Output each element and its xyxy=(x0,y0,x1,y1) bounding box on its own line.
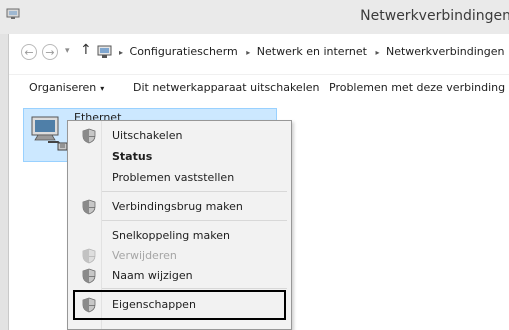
command-bar: Organiseren ▾ Dit netwerkapparaat uitscha… xyxy=(9,74,509,101)
chevron-down-icon: ▾ xyxy=(100,84,105,93)
menu-separator xyxy=(102,220,287,221)
menu-item-naam-wijzigen[interactable]: Naam wijzigen xyxy=(68,266,291,286)
menu-item-problemen-vaststellen[interactable]: Problemen vaststellen xyxy=(68,168,291,188)
network-adapter-icon xyxy=(31,116,68,151)
menu-item-label: Uitschakelen xyxy=(112,129,183,142)
menu-item-label: Naam wijzigen xyxy=(112,269,193,282)
app-icon[interactable] xyxy=(6,8,20,20)
title-bar[interactable]: Netwerkverbindingen xyxy=(0,0,509,34)
menu-separator xyxy=(102,288,287,289)
shield-icon xyxy=(82,199,96,215)
disable-device-button[interactable]: Dit netwerkapparaat uitschakelen xyxy=(133,81,319,94)
forward-button[interactable]: → xyxy=(42,44,58,60)
shield-icon xyxy=(82,268,96,284)
organize-label: Organiseren xyxy=(29,81,97,94)
recent-locations-icon[interactable]: ▾ xyxy=(65,46,70,56)
shield-icon xyxy=(82,248,96,264)
window-left-edge xyxy=(0,0,9,330)
menu-item-label: Problemen vaststellen xyxy=(112,171,235,184)
context-menu: Uitschakelen Status Problemen vaststelle… xyxy=(67,120,292,330)
breadcrumb-network-connections[interactable]: Netwerkverbindingen xyxy=(386,45,505,58)
organize-menu-button[interactable]: Organiseren ▾ xyxy=(29,81,104,94)
diagnose-connection-button[interactable]: Problemen met deze verbinding va xyxy=(329,81,509,94)
breadcrumb-separator-icon[interactable]: ▸ xyxy=(246,48,250,57)
menu-item-uitschakelen[interactable]: Uitschakelen xyxy=(68,126,291,146)
menu-item-snelkoppeling-maken[interactable]: Snelkoppeling maken xyxy=(68,226,291,246)
up-button[interactable]: ↑ xyxy=(80,42,92,58)
menu-item-verbindingsbrug-maken[interactable]: Verbindingsbrug maken xyxy=(68,197,291,217)
shield-icon xyxy=(82,128,96,144)
menu-item-status[interactable]: Status xyxy=(68,147,291,167)
menu-item-label: Verwijderen xyxy=(112,249,177,262)
menu-separator xyxy=(102,191,287,192)
menu-item-label: Verbindingsbrug maken xyxy=(112,200,243,213)
back-button[interactable]: ← xyxy=(21,44,37,60)
menu-item-verwijderen: Verwijderen xyxy=(68,246,291,266)
menu-item-label: Status xyxy=(112,150,153,163)
breadcrumb: ▸ Configuratiescherm ▸ Netwerk en intern… xyxy=(117,45,508,58)
breadcrumb-separator-icon[interactable]: ▸ xyxy=(119,48,123,57)
breadcrumb-control-panel[interactable]: Configuratiescherm xyxy=(130,45,238,58)
control-panel-icon xyxy=(97,45,112,58)
breadcrumb-separator-icon[interactable]: ▸ xyxy=(375,48,379,57)
breadcrumb-network-internet[interactable]: Netwerk en internet xyxy=(257,45,367,58)
highlight-frame xyxy=(73,290,286,320)
window-title: Netwerkverbindingen xyxy=(360,8,509,24)
address-bar: ← → ▾ ↑ ▸ Configuratiescherm ▸ Netwerk e… xyxy=(9,40,509,66)
menu-item-label: Snelkoppeling maken xyxy=(112,229,230,242)
